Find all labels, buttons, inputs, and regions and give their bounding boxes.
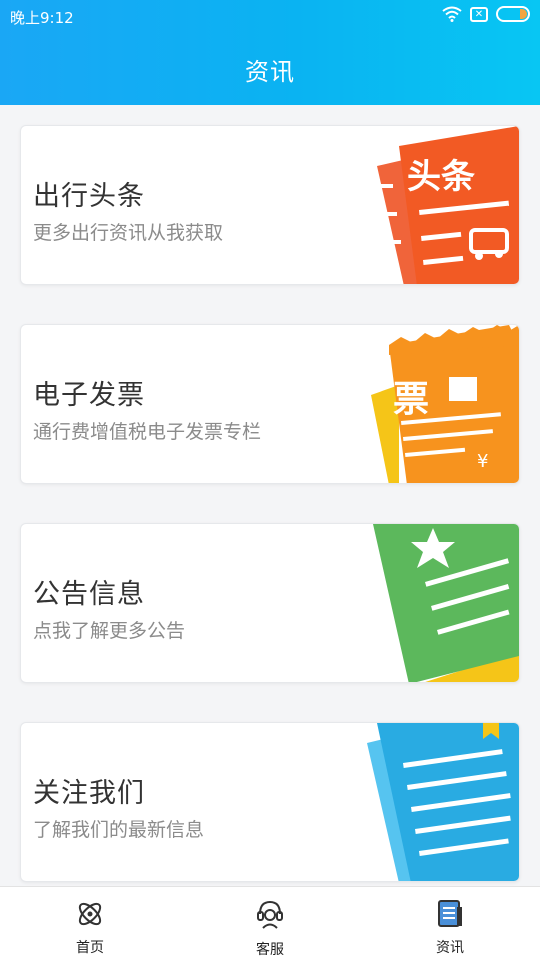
card-title: 公告信息 xyxy=(33,579,145,610)
card-follow-us[interactable]: 关注我们 了解我们的最新信息 xyxy=(20,722,520,882)
headline-art-text: 头条 xyxy=(407,157,475,197)
card-subtitle: 点我了解更多公告 xyxy=(33,620,186,642)
nav-tab-home[interactable]: 首页 xyxy=(30,887,150,960)
wifi-icon xyxy=(442,6,462,22)
battery-icon xyxy=(496,6,530,22)
nav-tab-news[interactable]: 资讯 xyxy=(390,887,510,960)
card-title: 关注我们 xyxy=(33,778,145,809)
page-title: 资讯 xyxy=(245,58,295,86)
customer-service-headset-icon xyxy=(257,900,283,929)
card-e-invoice[interactable]: 电子发票 通行费增值税电子发票专栏 票 ¥ xyxy=(20,324,520,484)
card-title: 电子发票 xyxy=(33,380,145,411)
card-subtitle: 通行费增值税电子发票专栏 xyxy=(33,421,262,443)
nav-label-news: 资讯 xyxy=(436,940,464,956)
headline-newspaper-icon: 头条 xyxy=(377,126,519,284)
card-subtitle: 更多出行资讯从我获取 xyxy=(33,222,224,244)
svg-text:¥: ¥ xyxy=(477,451,488,472)
status-bar: 晚上9:12 ✕ xyxy=(0,0,540,32)
card-travel-headlines[interactable]: 出行头条 更多出行资讯从我获取 头条 xyxy=(20,125,520,285)
status-time: 晚上9:12 xyxy=(10,9,74,27)
nav-tab-customer-service[interactable]: 客服 xyxy=(210,887,330,960)
news-document-icon xyxy=(438,900,462,927)
invoice-art-text: 票 xyxy=(393,379,429,420)
card-title: 出行头条 xyxy=(33,181,145,212)
no-sim-icon: ✕ xyxy=(470,6,488,22)
follow-us-notebook-icon xyxy=(367,723,519,881)
nav-label-customer-service: 客服 xyxy=(256,942,284,958)
card-subtitle: 了解我们的最新信息 xyxy=(33,819,205,841)
status-icons: ✕ xyxy=(442,6,530,22)
nav-label-home: 首页 xyxy=(76,940,104,956)
app-header: 晚上9:12 ✕ 资讯 xyxy=(0,0,540,105)
invoice-ticket-icon: 票 ¥ xyxy=(371,325,519,483)
bottom-nav: 首页 客服 资讯 xyxy=(0,886,540,960)
home-atom-icon xyxy=(78,902,102,926)
battery-level xyxy=(520,9,527,19)
announcement-document-icon xyxy=(373,524,519,682)
card-announcements[interactable]: 公告信息 点我了解更多公告 xyxy=(20,523,520,683)
